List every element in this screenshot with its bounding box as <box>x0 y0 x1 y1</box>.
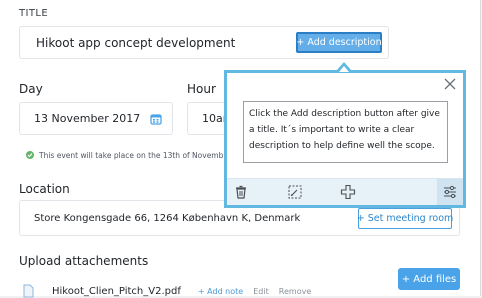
close-icon[interactable] <box>443 77 457 91</box>
calendar-icon[interactable] <box>150 113 162 125</box>
location-label: Location <box>19 182 70 196</box>
popover-arrow-inner <box>339 66 349 72</box>
title-section-label: TITLE <box>19 8 49 19</box>
edit-link[interactable]: Edit <box>253 287 269 296</box>
add-note-link[interactable]: + Add note <box>198 287 243 296</box>
description-popover: Click the Add description button after g… <box>224 70 466 208</box>
description-textarea[interactable]: Click the Add description button after g… <box>243 101 448 163</box>
set-meeting-room-button[interactable]: + Set meeting room <box>357 208 453 229</box>
sliders-icon <box>444 185 456 199</box>
attachment-row: Hikoot_Clien_Pitch_V2.pdf + Add note Edi… <box>52 286 311 297</box>
add-description-button[interactable]: + Add description <box>296 32 382 53</box>
day-value: 13 November 2017 <box>34 112 141 125</box>
check-icon <box>26 151 34 159</box>
title-value: Hikoot app concept development <box>36 35 236 50</box>
popover-toolbar <box>227 178 463 205</box>
day-label: Day <box>19 82 43 96</box>
hour-label: Hour <box>187 82 216 96</box>
attachment-name[interactable]: Hikoot_Clien_Pitch_V2.pdf <box>52 286 181 297</box>
day-field[interactable]: 13 November 2017 <box>19 102 173 135</box>
add-files-button[interactable]: + Add files <box>398 268 460 290</box>
crop-select-icon[interactable] <box>287 184 303 200</box>
remove-link[interactable]: Remove <box>279 287 311 296</box>
move-icon[interactable] <box>340 184 356 200</box>
trash-icon[interactable] <box>233 184 249 200</box>
settings-tool[interactable] <box>437 179 463 205</box>
attachments-label: Upload attachements <box>19 254 149 268</box>
date-note: This event will take place on the 13th o… <box>39 151 224 160</box>
